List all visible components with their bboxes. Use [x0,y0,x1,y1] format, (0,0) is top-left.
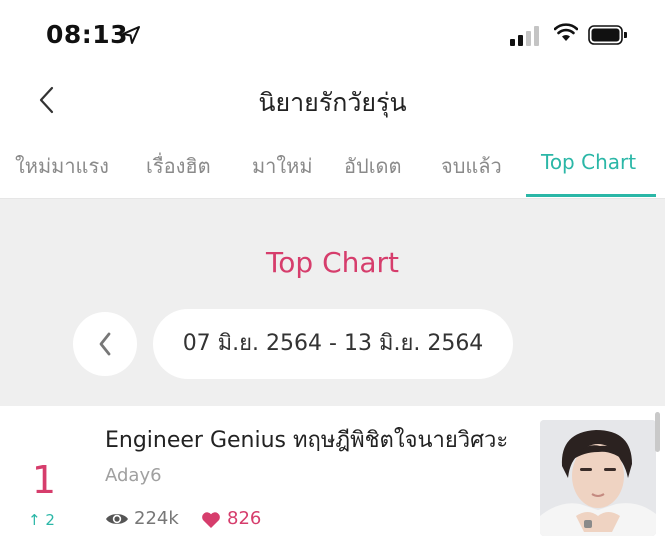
previous-week-button[interactable] [73,312,137,376]
tab-hits[interactable]: เรื่องฮิต [146,150,211,182]
author-name: Aday6 [105,465,162,486]
date-range-selector[interactable]: 07 มิ.ย. 2564 - 13 มิ.ย. 2564 [153,309,513,379]
location-arrow-icon [122,26,140,44]
tab-completed[interactable]: จบแล้ว [441,150,502,182]
tab-bar: ใหม่มาแรง เรื่องฮิต มาใหม่ อัปเดต จบแล้ว… [0,136,665,199]
story-title: Engineer Genius ทฤษฎีพิชิตใจนายวิศวะ [105,428,509,453]
story-cover-image [540,420,656,536]
likes-count: 826 [227,508,262,529]
rank-number: 1 [31,458,57,502]
nav-header: นิยายรักวัยรุ่น [0,70,665,130]
views-count: 224k [134,508,179,529]
tab-new-hot[interactable]: ใหม่มาแรง [15,150,109,182]
chevron-left-icon [99,332,111,356]
status-time: 08:13 [46,20,129,49]
battery-icon [588,25,627,45]
tab-updated[interactable]: อัปเดต [344,150,402,182]
eye-icon [106,514,128,524]
scrollbar[interactable] [655,412,660,452]
rank-change: ↑ 2 [28,511,55,529]
tab-top-chart[interactable]: Top Chart [541,150,636,174]
list-item[interactable]: 1 ↑ 2 Engineer Genius ทฤษฎีพิชิตใจนายวิศ… [0,410,665,547]
page-title: นิยายรักวัยรุ่น [258,88,407,117]
active-tab-indicator [526,194,656,197]
status-bar: 08:13 [0,0,665,70]
section-title: Top Chart [265,246,400,279]
chart-header-section: Top Chart 07 มิ.ย. 2564 - 13 มิ.ย. 2564 [0,199,665,406]
wifi-icon [554,23,578,41]
heart-icon [202,512,220,528]
tab-new[interactable]: มาใหม่ [252,150,313,182]
